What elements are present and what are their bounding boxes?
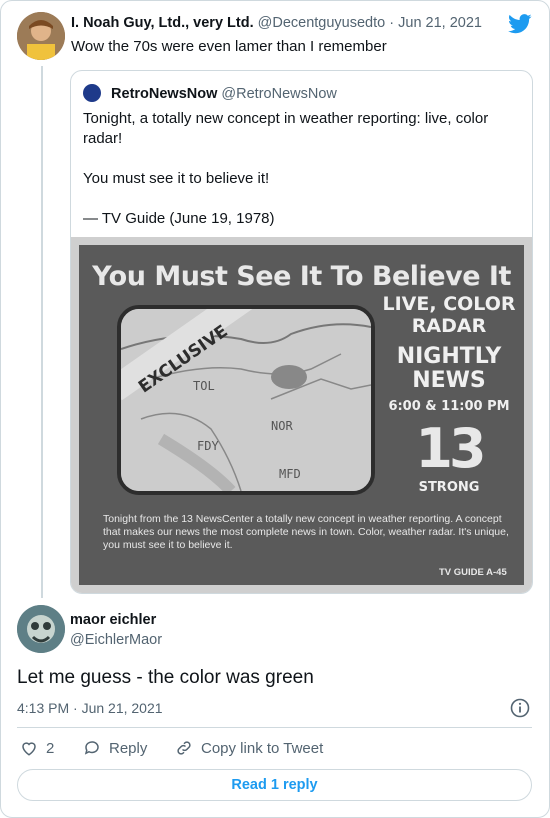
reply-timestamp[interactable]: 4:13 PM · Jun 21, 2021 <box>17 700 163 716</box>
reply-label: Reply <box>109 739 148 757</box>
quoted-avatar <box>83 84 101 102</box>
tv-screen: EXCLUSIVE TOL NOR FDY MFD <box>117 305 375 495</box>
quoted-line: Tonight, a totally new concept in weathe… <box>83 110 489 147</box>
thread-line <box>41 66 43 598</box>
link-icon <box>177 741 191 755</box>
quoted-text: Tonight, a totally new concept in weathe… <box>83 109 513 249</box>
author-name[interactable]: I. Noah Guy, Ltd., very Ltd. <box>71 15 254 31</box>
reply-text: Let me guess - the color was green <box>17 667 314 688</box>
ad-footer: TV GUIDE A-45 <box>439 567 507 578</box>
ad-side-line: 6:00 & 11:00 PM <box>388 399 510 414</box>
reply-icon <box>84 741 99 755</box>
quoted-tweet[interactable]: RetroNewsNow @RetroNewsNow Tonight, a to… <box>70 70 533 594</box>
ad-side-panel: LIVE, COLOR RADAR NIGHTLY NEWS 6:00 & 11… <box>379 293 519 495</box>
ad-side-line: LIVE, COLOR RADAR <box>382 293 516 337</box>
map-label: FDY <box>197 439 219 453</box>
quoted-line: — TV Guide (June 19, 1978) <box>83 210 275 227</box>
ad-side-line: NIGHTLY NEWS <box>396 344 502 393</box>
author-handle[interactable]: @Decentguyusedto <box>258 15 386 31</box>
copy-link-label: Copy link to Tweet <box>201 739 324 757</box>
like-count: 2 <box>46 739 55 757</box>
tweet-text: Wow the 70s were even lamer than I remem… <box>71 38 387 55</box>
author-avatar[interactable] <box>17 12 65 60</box>
quoted-line: You must see it to believe it! <box>83 170 270 187</box>
quoted-header: RetroNewsNow @RetroNewsNow <box>83 84 337 102</box>
read-replies-button[interactable]: Read 1 reply <box>17 769 532 801</box>
tv-guide-ad: You Must See It To Believe It EXCLUSIVE … <box>79 245 524 585</box>
ad-headline: You Must See It To Believe It <box>92 261 511 292</box>
quoted-image[interactable]: You Must See It To Believe It EXCLUSIVE … <box>71 237 532 593</box>
ad-body-copy: Tonight from the 13 NewsCenter a totally… <box>103 513 509 551</box>
tweet-date[interactable]: Jun 21, 2021 <box>398 15 482 31</box>
like-button[interactable]: 2 <box>20 739 54 757</box>
quoted-author-name: RetroNewsNow <box>111 86 218 102</box>
reply-button[interactable]: Reply <box>83 739 147 757</box>
heart-icon <box>22 742 36 756</box>
info-icon[interactable] <box>510 698 530 718</box>
map-label: MFD <box>279 467 301 481</box>
channel-logo: 13 <box>415 417 486 480</box>
quoted-author-handle: @RetroNewsNow <box>221 86 337 102</box>
tweet-header: I. Noah Guy, Ltd., very Ltd. @Decentguyu… <box>71 15 482 31</box>
map-label: TOL <box>193 379 215 393</box>
channel-tag: STRONG <box>418 480 480 495</box>
reply-author-handle[interactable]: @EichlerMaor <box>70 632 162 648</box>
reply-author-avatar[interactable] <box>17 605 65 653</box>
copy-link-button[interactable]: Copy link to Tweet <box>175 739 323 757</box>
divider <box>17 727 532 728</box>
twitter-bird-icon[interactable] <box>508 14 532 34</box>
map-label: NOR <box>271 419 293 433</box>
reply-author-name[interactable]: maor eichler <box>70 612 156 628</box>
